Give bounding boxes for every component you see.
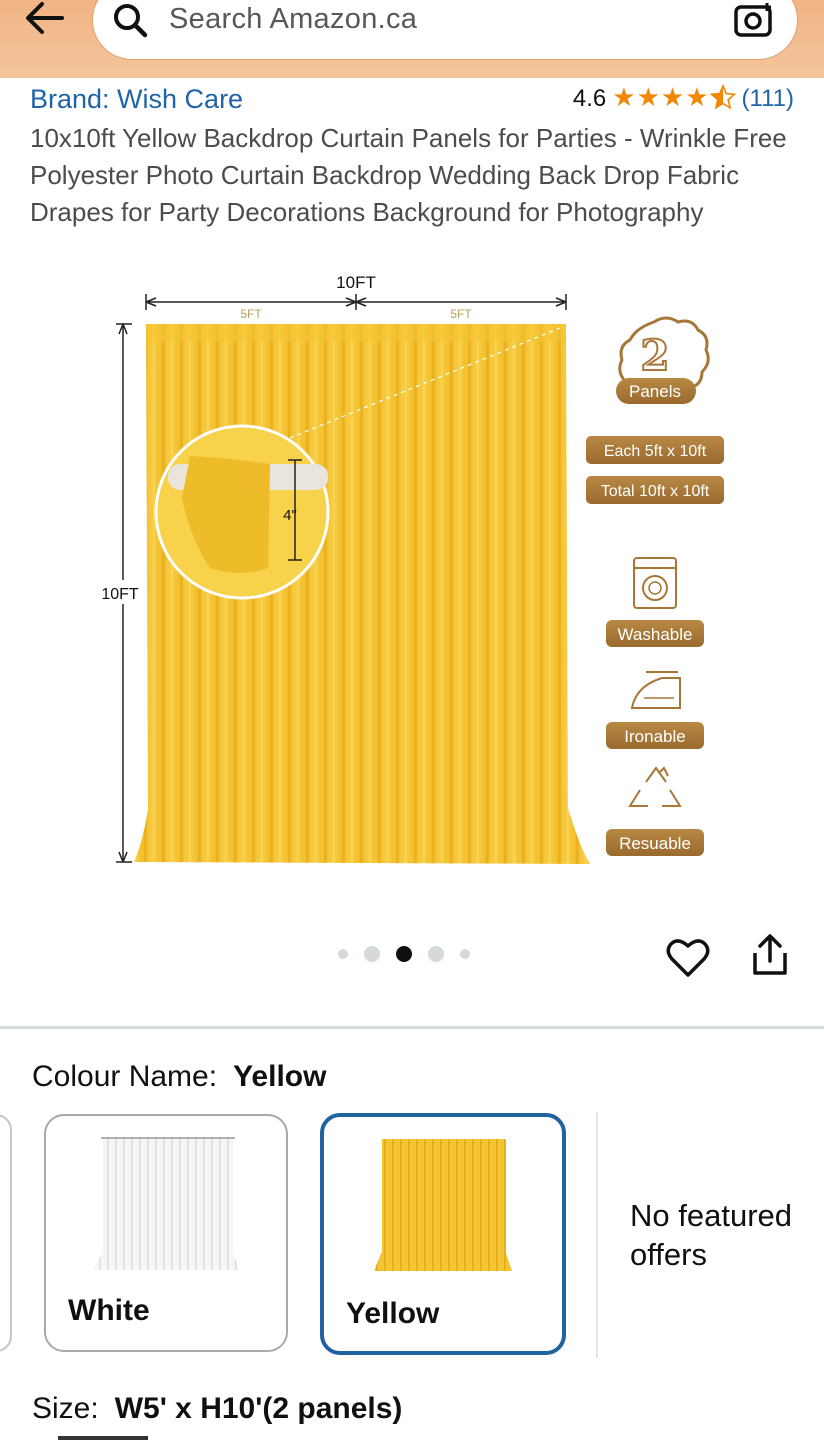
colour-name-label: Colour Name:: [32, 1060, 218, 1093]
review-count: (111): [741, 85, 794, 112]
back-arrow-icon[interactable]: [22, 0, 68, 40]
half-width-right-label: 5FT: [450, 307, 472, 321]
scroll-indicator: [58, 1436, 148, 1440]
colour-name-row: Colour Name: Yellow: [32, 1060, 326, 1094]
heart-icon[interactable]: [666, 936, 710, 980]
camera-search-icon[interactable]: [733, 0, 775, 41]
share-icon[interactable]: [750, 933, 790, 977]
colour-option-label: White: [68, 1294, 150, 1327]
carousel-dot[interactable]: [364, 946, 380, 962]
ironable-label: Ironable: [624, 727, 685, 746]
half-star-icon: [709, 83, 736, 114]
size-label: Size:: [32, 1392, 99, 1425]
washing-machine-icon: [633, 557, 677, 609]
carousel-dot[interactable]: [338, 949, 348, 959]
search-icon: [111, 1, 151, 41]
search-input[interactable]: Search Amazon.ca: [92, 0, 798, 60]
product-title: 10x10ft Yellow Backdrop Curtain Panels f…: [30, 123, 787, 227]
colour-option-label: Yellow: [346, 1297, 440, 1330]
rod-size-label: 4": [283, 507, 297, 524]
star-icon: ★: [612, 82, 636, 112]
half-width-left-label: 5FT: [240, 307, 262, 321]
carousel-dot[interactable]: [460, 949, 470, 959]
rating-summary[interactable]: 4.6 ★ ★ ★ ★ (111): [572, 82, 794, 114]
width-label: 10FT: [336, 273, 376, 292]
colour-option-white[interactable]: White: [44, 1114, 288, 1352]
star-icon: ★: [636, 82, 660, 112]
no-featured-offers-text: No featured offers: [630, 1198, 792, 1272]
carousel-dot[interactable]: [428, 946, 444, 962]
image-carousel-indicator: [338, 946, 470, 962]
iron-icon: [630, 671, 681, 709]
washable-label: Washable: [618, 625, 693, 644]
product-image[interactable]: 10FT 5FT 5FT 10FT 4" 2 Panels Each 5ft x…: [90, 268, 740, 878]
panels-label: Panels: [629, 382, 681, 401]
size-value: W5' x H10'(2 panels): [114, 1392, 403, 1425]
colour-option-yellow-selected[interactable]: Yellow: [320, 1113, 566, 1355]
brand-link[interactable]: Brand: Wish Care: [30, 84, 243, 115]
previous-swatch[interactable]: [0, 1114, 12, 1352]
height-label: 10FT: [101, 586, 139, 603]
curtain-fabric: [134, 324, 590, 864]
section-divider: [0, 1026, 824, 1029]
each-size-label: Each 5ft x 10ft: [604, 443, 707, 460]
reusable-label: Resuable: [619, 834, 691, 853]
total-size-label: Total 10ft x 10ft: [601, 483, 710, 500]
swatch-divider: [596, 1112, 598, 1358]
app-header: Search Amazon.ca: [0, 0, 824, 78]
carousel-dot-active[interactable]: [396, 946, 412, 962]
star-icon: ★: [660, 82, 685, 112]
star-rating: ★ ★ ★ ★: [612, 82, 736, 114]
white-curtain-thumbnail: [93, 1137, 239, 1270]
rating-value: 4.6: [572, 85, 607, 112]
search-placeholder: Search Amazon.ca: [169, 3, 418, 35]
recycle-icon: [628, 766, 682, 807]
star-icon: ★: [685, 82, 709, 112]
panels-count: 2: [640, 331, 669, 380]
yellow-curtain-thumbnail: [374, 1139, 512, 1271]
size-row: Size: W5' x H10'(2 panels): [32, 1392, 402, 1426]
colour-name-value: Yellow: [233, 1060, 327, 1093]
